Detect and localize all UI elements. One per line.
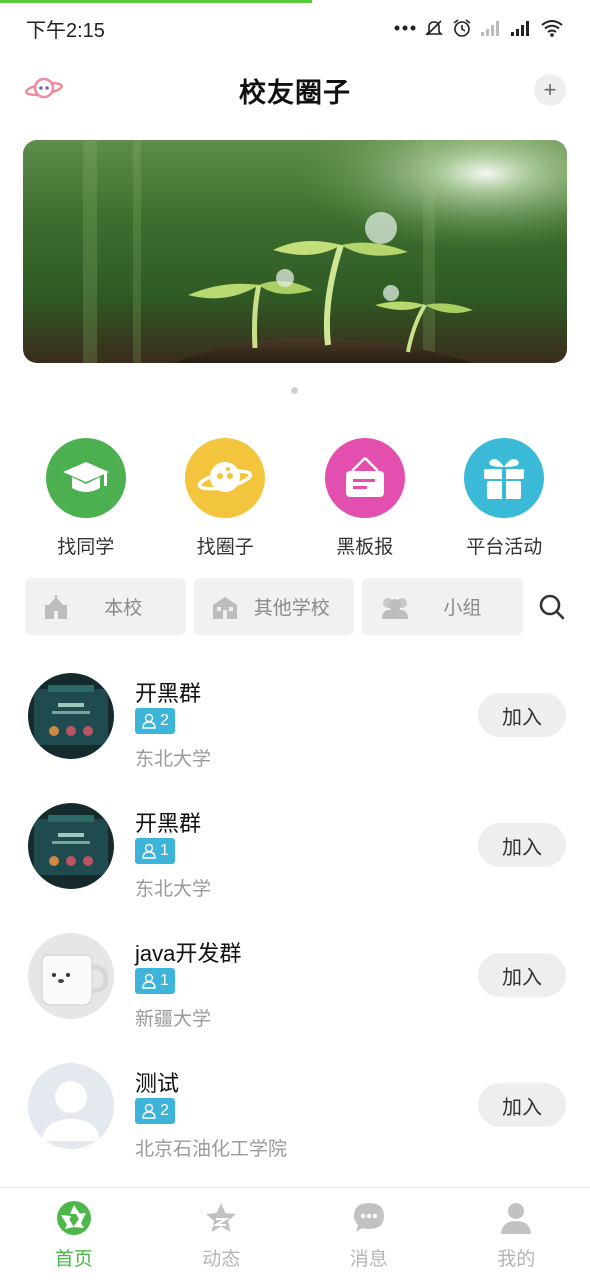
group-list-item[interactable]: java开发群 1 新疆大学 加入 (0, 920, 590, 1050)
group-avatar (28, 933, 114, 1019)
quick-entry-find-circles[interactable]: 找圈子 (165, 438, 285, 559)
signal-icon (481, 21, 499, 36)
member-count-badge: 1 (135, 968, 175, 994)
game-screenshot-image (28, 803, 114, 889)
quick-entry-find-classmates[interactable]: 找同学 (26, 438, 146, 559)
hanging-board-icon (345, 457, 384, 497)
filter-label: 其他学校 (253, 598, 330, 619)
filter-label: 小组 (443, 598, 482, 619)
quick-entry-blackboard[interactable]: 黑板报 (305, 438, 425, 559)
mute-icon (425, 20, 443, 36)
school-icon (45, 594, 67, 619)
game-screenshot-image (28, 673, 114, 759)
banner-carousel[interactable] (23, 140, 567, 363)
member-count: 2 (160, 1102, 169, 1119)
more-dots-icon (394, 25, 416, 31)
member-icon (142, 1103, 156, 1119)
quick-entry-row: 找同学 找圈子 黑板报 平台活动 (0, 438, 590, 559)
filter-label: 本校 (104, 598, 143, 619)
filter-own-school[interactable]: 本校 (25, 578, 186, 635)
member-count-badge: 1 (135, 838, 175, 864)
star-icon (203, 1200, 239, 1236)
add-button[interactable]: + (534, 74, 566, 106)
search-icon (539, 594, 565, 619)
member-count: 2 (160, 712, 169, 729)
default-user-avatar-icon (28, 1063, 114, 1149)
group-list-item[interactable]: 开黑群 1 东北大学 加入 (0, 790, 590, 920)
join-button[interactable]: 加入 (478, 953, 566, 997)
group-avatar (28, 1063, 114, 1149)
wifi-icon (541, 20, 563, 37)
building-icon (212, 596, 237, 619)
search-button[interactable] (535, 589, 570, 625)
carousel-indicator[interactable] (291, 387, 298, 394)
group-name: java开发群 (135, 941, 242, 966)
group-name: 开黑群 (135, 811, 202, 836)
tab-label: 我的 (497, 1249, 536, 1270)
group-school: 新疆大学 (135, 1009, 212, 1030)
person-icon (498, 1200, 534, 1236)
graduation-cap-icon (62, 462, 109, 492)
group-school: 北京石油化工学院 (135, 1139, 288, 1160)
member-count: 1 (160, 972, 169, 989)
group-name: 测试 (135, 1071, 180, 1096)
group-school: 东北大学 (135, 879, 212, 900)
group-list-item[interactable]: 测试 2 北京石油化工学院 加入 (0, 1050, 590, 1180)
sprouts-image (23, 140, 567, 363)
status-bar: 下午2:15 (0, 0, 590, 56)
tab-label: 首页 (54, 1249, 93, 1270)
planet-icon (198, 462, 253, 492)
alarm-icon (453, 19, 471, 37)
quick-entry-circle (45, 438, 126, 518)
quick-entry-label: 平台活动 (466, 537, 543, 558)
gift-icon (484, 459, 525, 499)
status-icons (394, 18, 564, 38)
tab-messages[interactable]: 消息 (309, 1188, 429, 1280)
quick-entry-label: 找同学 (57, 537, 115, 558)
join-button[interactable]: 加入 (478, 1083, 566, 1127)
group-school: 东北大学 (135, 749, 212, 770)
group-list: 开黑群 2 东北大学 加入 开黑群 1 东北大学 加入 java开发群 1 新疆… (0, 660, 590, 1180)
quick-entry-platform-events[interactable]: 平台活动 (444, 438, 564, 559)
quick-entry-circle (185, 438, 266, 518)
quick-entry-circle (464, 438, 545, 518)
app-header: 校友圈子 + (0, 60, 590, 120)
group-avatar (28, 673, 114, 759)
quick-entry-label: 黑板报 (336, 537, 394, 558)
tab-label: 消息 (349, 1249, 388, 1270)
tab-feed[interactable]: 动态 (161, 1188, 281, 1280)
join-button[interactable]: 加入 (478, 823, 566, 867)
member-icon (142, 713, 156, 729)
join-button[interactable]: 加入 (478, 693, 566, 737)
group-name: 开黑群 (135, 681, 202, 706)
planet-logo-icon[interactable] (24, 74, 64, 104)
tab-label: 动态 (202, 1249, 241, 1270)
group-icon (382, 597, 409, 619)
member-icon (142, 843, 156, 859)
chat-bubble-icon (351, 1200, 387, 1236)
member-count-badge: 2 (135, 708, 175, 734)
tab-home[interactable]: 首页 (14, 1188, 134, 1280)
group-list-item[interactable]: 开黑群 2 东北大学 加入 (0, 660, 590, 790)
member-count: 1 (160, 842, 169, 859)
page-title: 校友圈子 (239, 77, 351, 108)
mug-photo-image (28, 933, 114, 1019)
member-count-badge: 2 (135, 1098, 175, 1124)
status-time: 下午2:15 (26, 19, 105, 42)
filter-other-schools[interactable]: 其他学校 (193, 578, 355, 635)
signal-icon (511, 21, 529, 36)
tab-profile[interactable]: 我的 (456, 1188, 576, 1280)
filter-bar: 本校 其他学校 小组 (25, 578, 570, 635)
bottom-tab-bar: 首页 动态 消息 我的 (0, 1187, 590, 1280)
group-avatar (28, 803, 114, 889)
filter-groups[interactable]: 小组 (362, 578, 523, 635)
home-aperture-icon (56, 1200, 92, 1236)
quick-entry-circle (324, 438, 405, 518)
quick-entry-label: 找圈子 (196, 537, 254, 558)
member-icon (142, 973, 156, 989)
